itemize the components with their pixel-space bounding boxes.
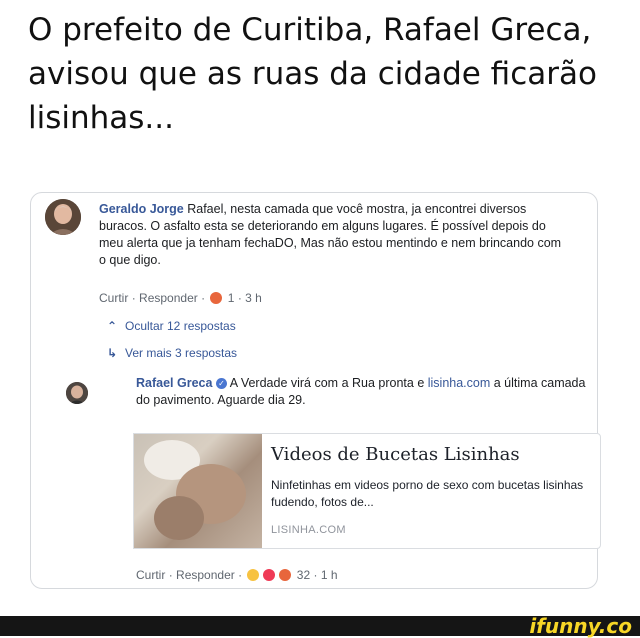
comment-link[interactable]: lisinha.com — [428, 376, 491, 390]
comment-actions: Curtir · Responder · 1 · 3 h — [99, 290, 262, 305]
separator: · — [201, 290, 206, 305]
comment-text-before: A Verdade virá com a Rua pronta e — [226, 376, 428, 390]
comment-geraldo: Geraldo Jorge Rafael, nesta camada que v… — [99, 201, 569, 269]
separator: · — [313, 567, 318, 582]
reply-button[interactable]: Responder — [176, 568, 235, 582]
facebook-comment-thread: Geraldo Jorge Rafael, nesta camada que v… — [30, 192, 601, 589]
verified-badge-icon: ✓ — [215, 378, 227, 390]
separator: · — [131, 290, 136, 305]
person-photo-icon — [45, 199, 81, 235]
comment-author[interactable]: Rafael Greca — [136, 376, 212, 390]
haha-reaction-icon[interactable] — [247, 568, 260, 581]
hide-replies-link[interactable]: ⌃ Ocultar 12 respostas — [107, 319, 236, 333]
reply-arrow-icon: ↳ — [107, 346, 118, 360]
comment-timestamp[interactable]: 3 h — [245, 291, 262, 305]
comment-rafael: Rafael Greca ✓ A Verdade virá com a Rua … — [136, 375, 596, 409]
more-replies-link[interactable]: ↳ Ver mais 3 respostas — [107, 346, 237, 360]
avatar-geraldo[interactable] — [45, 199, 81, 235]
preview-title[interactable]: Videos de Bucetas Lisinhas — [271, 444, 591, 465]
comment-timestamp[interactable]: 1 h — [321, 568, 338, 582]
meme-caption: O prefeito de Curitiba, Rafael Greca, av… — [28, 12, 597, 136]
reply-button[interactable]: Responder — [139, 291, 198, 305]
angry-reaction-icon[interactable] — [210, 291, 223, 304]
separator: · — [168, 567, 173, 582]
comment-actions: Curtir · Responder · 32 · 1 h — [136, 567, 338, 582]
like-button[interactable]: Curtir — [99, 291, 128, 305]
comment-author[interactable]: Geraldo Jorge — [99, 202, 184, 216]
person-photo-icon — [66, 382, 88, 404]
chevron-up-icon: ⌃ — [107, 319, 118, 333]
like-button[interactable]: Curtir — [136, 568, 165, 582]
reaction-count[interactable]: 1 — [228, 291, 235, 305]
hide-replies-label: Ocultar 12 respostas — [125, 319, 236, 333]
link-preview-card[interactable]: Videos de Bucetas Lisinhas Ninfetinhas e… — [133, 433, 601, 549]
ifunny-logo: ifunny.co — [529, 614, 632, 638]
avatar-rafael[interactable] — [66, 382, 88, 404]
separator: · — [237, 290, 242, 305]
preview-description: Ninfetinhas em videos porno de sexo com … — [271, 478, 584, 509]
angry-reaction-icon[interactable] — [279, 568, 292, 581]
preview-thumbnail[interactable] — [134, 434, 262, 548]
more-replies-label: Ver mais 3 respostas — [125, 346, 238, 360]
preview-domain: LISINHA.COM — [271, 524, 346, 536]
separator: · — [238, 567, 243, 582]
love-reaction-icon[interactable] — [263, 568, 276, 581]
watermark-bar: ifunny.co — [0, 614, 640, 638]
reaction-count[interactable]: 32 — [297, 568, 310, 582]
